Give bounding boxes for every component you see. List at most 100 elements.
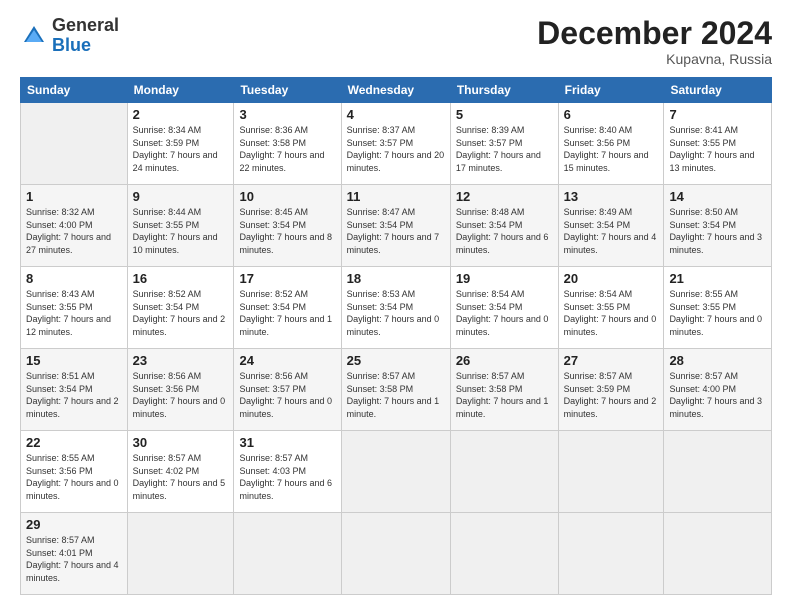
logo: General Blue	[20, 16, 119, 56]
day-number: 7	[669, 107, 766, 122]
day-info: Sunrise: 8:52 AMSunset: 3:54 PMDaylight:…	[239, 289, 332, 337]
day-number: 6	[564, 107, 659, 122]
day-number: 26	[456, 353, 553, 368]
day-number: 9	[133, 189, 229, 204]
calendar-cell: 3Sunrise: 8:36 AMSunset: 3:58 PMDaylight…	[234, 103, 341, 185]
calendar-cell	[341, 513, 450, 595]
day-number: 19	[456, 271, 553, 286]
header: General Blue December 2024 Kupavna, Russ…	[20, 16, 772, 67]
day-number: 11	[347, 189, 445, 204]
day-info: Sunrise: 8:44 AMSunset: 3:55 PMDaylight:…	[133, 207, 218, 255]
calendar-cell: 23 Sunrise: 8:56 AMSunset: 3:56 PMDayligh…	[127, 349, 234, 431]
col-saturday: Saturday	[664, 78, 772, 103]
week-row-0: 2Sunrise: 8:34 AMSunset: 3:59 PMDaylight…	[21, 103, 772, 185]
day-number: 17	[239, 271, 335, 286]
day-number: 12	[456, 189, 553, 204]
calendar-cell: 22Sunrise: 8:55 AMSunset: 3:56 PMDayligh…	[21, 431, 128, 513]
day-number: 21	[669, 271, 766, 286]
week-row-4: 22Sunrise: 8:55 AMSunset: 3:56 PMDayligh…	[21, 431, 772, 513]
calendar-cell: 13 Sunrise: 8:49 AMSunset: 3:54 PMDayligh…	[558, 185, 664, 267]
day-info: Sunrise: 8:53 AMSunset: 3:54 PMDaylight:…	[347, 289, 440, 337]
calendar-cell: 10 Sunrise: 8:45 AMSunset: 3:54 PMDayligh…	[234, 185, 341, 267]
location: Kupavna, Russia	[537, 51, 772, 67]
day-number: 16	[133, 271, 229, 286]
day-info: Sunrise: 8:49 AMSunset: 3:54 PMDaylight:…	[564, 207, 657, 255]
calendar-cell: 29Sunrise: 8:57 AMSunset: 4:01 PMDayligh…	[21, 513, 128, 595]
title-block: December 2024 Kupavna, Russia	[537, 16, 772, 67]
month-title: December 2024	[537, 16, 772, 51]
calendar-cell	[234, 513, 341, 595]
day-info: Sunrise: 8:54 AMSunset: 3:54 PMDaylight:…	[456, 289, 549, 337]
col-friday: Friday	[558, 78, 664, 103]
calendar-cell: 1Sunrise: 8:32 AMSunset: 4:00 PMDaylight…	[21, 185, 128, 267]
day-info: Sunrise: 8:55 AMSunset: 3:56 PMDaylight:…	[26, 453, 119, 501]
day-number: 3	[239, 107, 335, 122]
day-info: Sunrise: 8:56 AMSunset: 3:57 PMDaylight:…	[239, 371, 332, 419]
day-info: Sunrise: 8:57 AMSunset: 4:03 PMDaylight:…	[239, 453, 332, 501]
day-number: 13	[564, 189, 659, 204]
week-row-5: 29Sunrise: 8:57 AMSunset: 4:01 PMDayligh…	[21, 513, 772, 595]
calendar-cell: 15 Sunrise: 8:51 AMSunset: 3:54 PMDayligh…	[21, 349, 128, 431]
day-number: 10	[239, 189, 335, 204]
day-info: Sunrise: 8:50 AMSunset: 3:54 PMDaylight:…	[669, 207, 762, 255]
calendar-cell: 11 Sunrise: 8:47 AMSunset: 3:54 PMDayligh…	[341, 185, 450, 267]
day-info: Sunrise: 8:40 AMSunset: 3:56 PMDaylight:…	[564, 125, 649, 173]
day-info: Sunrise: 8:57 AMSunset: 3:59 PMDaylight:…	[564, 371, 657, 419]
day-info: Sunrise: 8:43 AMSunset: 3:55 PMDaylight:…	[26, 289, 111, 337]
day-number: 30	[133, 435, 229, 450]
day-number: 4	[347, 107, 445, 122]
calendar-cell: 26 Sunrise: 8:57 AMSunset: 3:58 PMDayligh…	[450, 349, 558, 431]
day-info: Sunrise: 8:51 AMSunset: 3:54 PMDaylight:…	[26, 371, 119, 419]
calendar-cell	[664, 513, 772, 595]
calendar-cell: 8 Sunrise: 8:43 AMSunset: 3:55 PMDaylight…	[21, 267, 128, 349]
calendar-cell: 14 Sunrise: 8:50 AMSunset: 3:54 PMDayligh…	[664, 185, 772, 267]
day-number: 28	[669, 353, 766, 368]
col-tuesday: Tuesday	[234, 78, 341, 103]
header-row: Sunday Monday Tuesday Wednesday Thursday…	[21, 78, 772, 103]
logo-general: General	[52, 15, 119, 35]
day-info: Sunrise: 8:57 AMSunset: 3:58 PMDaylight:…	[347, 371, 440, 419]
day-number: 14	[669, 189, 766, 204]
day-info: Sunrise: 8:37 AMSunset: 3:57 PMDaylight:…	[347, 125, 445, 173]
calendar-cell: 24Sunrise: 8:56 AMSunset: 3:57 PMDayligh…	[234, 349, 341, 431]
day-info: Sunrise: 8:47 AMSunset: 3:54 PMDaylight:…	[347, 207, 440, 255]
calendar-cell	[450, 513, 558, 595]
calendar-cell: 21Sunrise: 8:55 AMSunset: 3:55 PMDayligh…	[664, 267, 772, 349]
day-number: 27	[564, 353, 659, 368]
col-sunday: Sunday	[21, 78, 128, 103]
day-number: 23	[133, 353, 229, 368]
calendar-cell: 5Sunrise: 8:39 AMSunset: 3:57 PMDaylight…	[450, 103, 558, 185]
day-info: Sunrise: 8:57 AMSunset: 3:58 PMDaylight:…	[456, 371, 549, 419]
day-number: 15	[26, 353, 122, 368]
calendar-cell	[558, 513, 664, 595]
day-info: Sunrise: 8:56 AMSunset: 3:56 PMDaylight:…	[133, 371, 226, 419]
week-row-1: 1Sunrise: 8:32 AMSunset: 4:00 PMDaylight…	[21, 185, 772, 267]
calendar-cell: 4 Sunrise: 8:37 AMSunset: 3:57 PMDaylight…	[341, 103, 450, 185]
logo-icon	[20, 22, 48, 50]
calendar-cell	[558, 431, 664, 513]
calendar-cell	[450, 431, 558, 513]
col-monday: Monday	[127, 78, 234, 103]
day-number: 18	[347, 271, 445, 286]
day-info: Sunrise: 8:39 AMSunset: 3:57 PMDaylight:…	[456, 125, 541, 173]
page: General Blue December 2024 Kupavna, Russ…	[0, 0, 792, 612]
day-number: 8	[26, 271, 122, 286]
day-number: 2	[133, 107, 229, 122]
col-thursday: Thursday	[450, 78, 558, 103]
day-info: Sunrise: 8:57 AMSunset: 4:00 PMDaylight:…	[669, 371, 762, 419]
day-number: 29	[26, 517, 122, 532]
day-info: Sunrise: 8:54 AMSunset: 3:55 PMDaylight:…	[564, 289, 657, 337]
calendar-cell: 25Sunrise: 8:57 AMSunset: 3:58 PMDayligh…	[341, 349, 450, 431]
calendar-cell: 30Sunrise: 8:57 AMSunset: 4:02 PMDayligh…	[127, 431, 234, 513]
calendar-cell: 2Sunrise: 8:34 AMSunset: 3:59 PMDaylight…	[127, 103, 234, 185]
calendar-cell	[21, 103, 128, 185]
calendar-cell: 31Sunrise: 8:57 AMSunset: 4:03 PMDayligh…	[234, 431, 341, 513]
day-info: Sunrise: 8:45 AMSunset: 3:54 PMDaylight:…	[239, 207, 332, 255]
day-info: Sunrise: 8:32 AMSunset: 4:00 PMDaylight:…	[26, 207, 111, 255]
calendar-cell: 27 Sunrise: 8:57 AMSunset: 3:59 PMDayligh…	[558, 349, 664, 431]
calendar-cell: 18 Sunrise: 8:53 AMSunset: 3:54 PMDayligh…	[341, 267, 450, 349]
calendar-table: Sunday Monday Tuesday Wednesday Thursday…	[20, 77, 772, 595]
calendar-cell: 9 Sunrise: 8:44 AMSunset: 3:55 PMDaylight…	[127, 185, 234, 267]
week-row-3: 15 Sunrise: 8:51 AMSunset: 3:54 PMDayligh…	[21, 349, 772, 431]
calendar-cell: 7Sunrise: 8:41 AMSunset: 3:55 PMDaylight…	[664, 103, 772, 185]
